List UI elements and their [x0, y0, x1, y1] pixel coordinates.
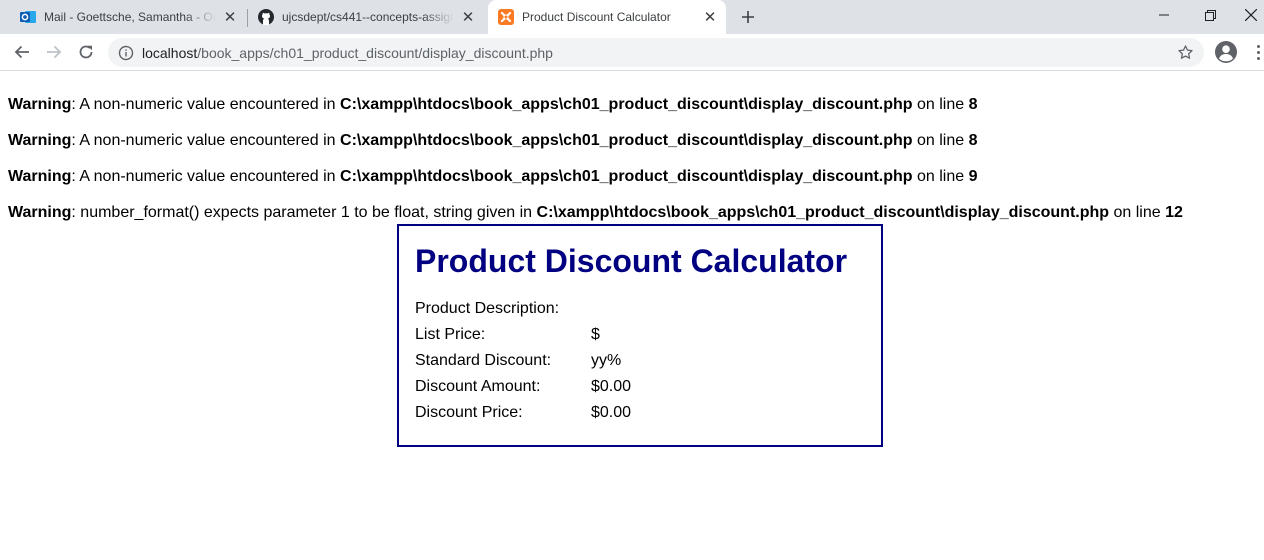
field-value: $	[591, 326, 600, 343]
tab-separator	[247, 9, 248, 27]
url-path: /book_apps/ch01_product_discount/display…	[197, 44, 553, 61]
field-label: Discount Amount:	[415, 378, 541, 395]
close-icon[interactable]: ✕	[460, 9, 476, 26]
page-content: Warning: A non-numeric value encountered…	[0, 71, 1264, 560]
warning-on-line: on line	[912, 96, 969, 113]
tab-title: Mail - Goettsche, Samantha - Outlook	[44, 10, 216, 24]
warning-on-line: on line	[1109, 204, 1166, 221]
tab-product-discount-calculator[interactable]: Product Discount Calculator ✕	[488, 0, 726, 34]
xampp-icon	[498, 9, 514, 25]
tab-github[interactable]: ujcsdept/cs441--concepts-assignment ✕	[250, 0, 484, 34]
new-tab-plus-icon[interactable]	[737, 6, 759, 28]
warning-label: Warning	[8, 132, 72, 149]
warning-label: Warning	[8, 204, 72, 221]
github-icon	[258, 9, 274, 25]
warning-on-line: on line	[912, 132, 969, 149]
warning-on-line: on line	[912, 168, 969, 185]
url-text[interactable]: localhost/book_apps/ch01_product_discoun…	[142, 45, 553, 61]
field-value: $0.00	[591, 404, 632, 421]
reload-icon[interactable]	[72, 38, 100, 66]
address-bar[interactable]: localhost/book_apps/ch01_product_discoun…	[108, 38, 1204, 67]
minimize-icon[interactable]	[1141, 0, 1187, 30]
field-label: Discount Price:	[415, 404, 523, 421]
close-icon[interactable]: ✕	[702, 9, 718, 26]
browser-toolbar: localhost/book_apps/ch01_product_discoun…	[0, 34, 1264, 71]
tab-title: ujcsdept/cs441--concepts-assignment	[282, 10, 454, 24]
php-warning: Warning: A non-numeric value encountered…	[8, 168, 978, 186]
field-value: $0.00	[591, 378, 632, 395]
warning-file: C:\xampp\htdocs\book_apps\ch01_product_d…	[340, 96, 913, 113]
warning-label: Warning	[8, 168, 72, 185]
warning-message: : A non-numeric value encountered in	[71, 96, 341, 113]
close-icon[interactable]: ✕	[222, 9, 238, 26]
window-close-icon[interactable]	[1228, 0, 1264, 30]
warning-label: Warning	[8, 96, 72, 113]
field-label: Standard Discount:	[415, 352, 552, 369]
field-value: yy%	[591, 352, 622, 369]
calculator-panel: Product Discount Calculator Product Desc…	[397, 224, 883, 447]
restore-icon[interactable]	[1187, 0, 1233, 30]
warning-file: C:\xampp\htdocs\book_apps\ch01_product_d…	[340, 132, 913, 149]
field-label: List Price:	[415, 326, 486, 343]
php-warning: Warning: A non-numeric value encountered…	[8, 96, 978, 114]
back-arrow-icon[interactable]	[8, 38, 36, 66]
warning-line-number: 8	[968, 96, 978, 113]
warning-file: C:\xampp\htdocs\book_apps\ch01_product_d…	[340, 168, 913, 185]
info-icon[interactable]	[118, 45, 134, 61]
warning-file: C:\xampp\htdocs\book_apps\ch01_product_d…	[536, 204, 1110, 221]
page-title: Product Discount Calculator	[415, 243, 848, 279]
browser-menu-icon[interactable]	[1252, 40, 1264, 64]
warning-message: : A non-numeric value encountered in	[71, 168, 341, 185]
forward-arrow-icon[interactable]	[40, 38, 68, 66]
url-host: localhost	[142, 44, 198, 61]
warning-line-number: 12	[1165, 204, 1183, 221]
tab-outlook-mail[interactable]: Mail - Goettsche, Samantha - Outlook ✕	[12, 0, 246, 34]
php-warning: Warning: number_format() expects paramet…	[8, 204, 1183, 222]
tab-strip: Mail - Goettsche, Samantha - Outlook ✕ u…	[0, 0, 1264, 34]
warning-line-number: 9	[968, 168, 978, 185]
php-warning: Warning: A non-numeric value encountered…	[8, 132, 978, 150]
outlook-icon	[20, 9, 36, 25]
field-label: Product Description:	[415, 300, 560, 317]
warning-message: : A non-numeric value encountered in	[71, 132, 341, 149]
profile-avatar-icon[interactable]	[1214, 40, 1238, 64]
warning-line-number: 8	[968, 132, 978, 149]
tab-title: Product Discount Calculator	[522, 10, 671, 24]
bookmark-star-icon[interactable]	[1177, 44, 1194, 61]
warning-message: : number_format() expects parameter 1 to…	[71, 204, 537, 221]
